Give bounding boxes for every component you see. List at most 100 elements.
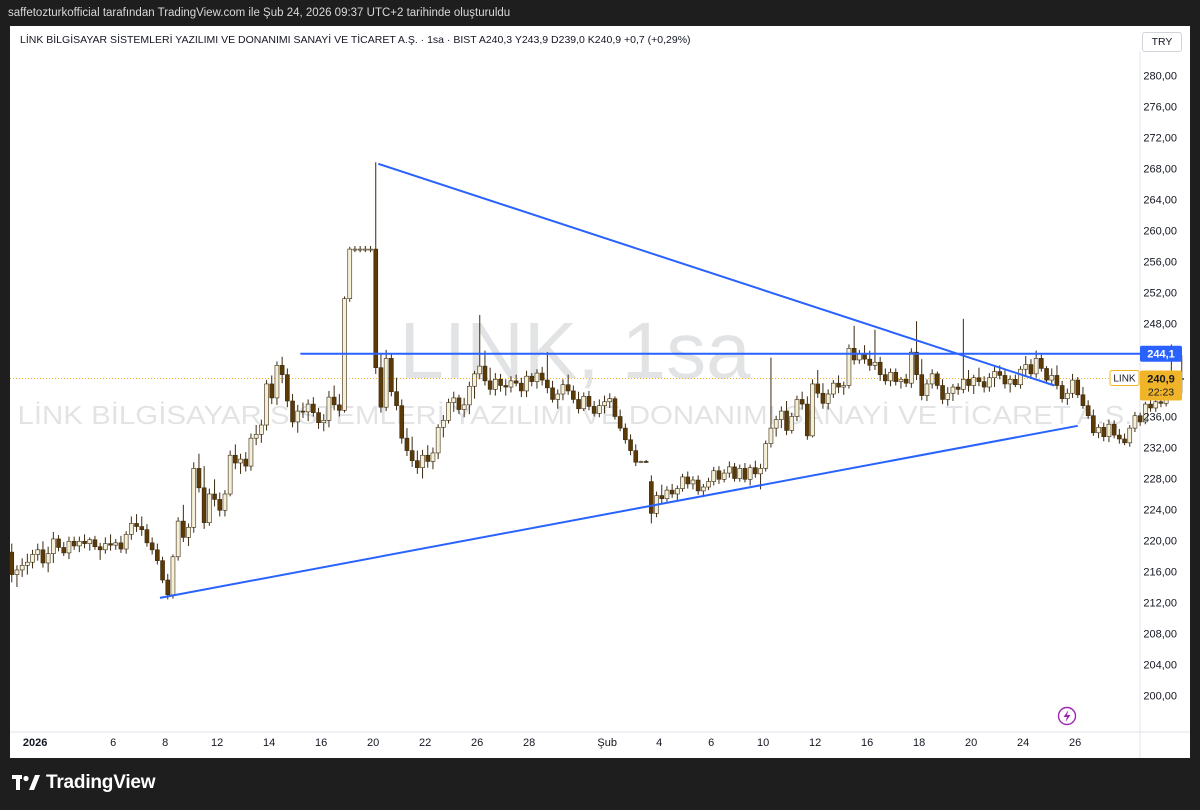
candle-body [373,248,379,368]
price-tick-label: 248,00 [1143,319,1177,331]
candle-body [883,374,888,382]
price-tick-label: 204,00 [1143,660,1177,672]
candle-body [586,396,592,407]
candle-body [810,383,815,437]
tradingview-logo-icon [12,775,40,790]
candle-body [420,454,425,468]
candle-body [451,397,457,403]
candle-body [45,553,51,564]
candle-body [992,371,997,379]
time-tick-label: 20 [965,737,977,749]
candle-body [139,526,145,530]
candle-body [680,476,685,489]
candle-body [1080,394,1086,406]
candle-body [1117,434,1122,440]
candle-body [1111,423,1117,436]
candle-body [1153,401,1159,409]
candle-body [664,489,670,499]
candle-body [425,454,431,462]
candle-body [399,405,405,439]
candle-body [212,493,217,500]
price-tick-label: 208,00 [1143,629,1177,641]
price-tick-label: 220,00 [1143,536,1177,548]
candle-body [1065,392,1070,399]
currency-button[interactable]: TRY [1142,32,1182,52]
candle-body [919,374,925,396]
candle-body [259,424,264,435]
candle-body [35,549,41,555]
candle-body [1044,368,1049,381]
candle-body [716,470,722,480]
candle-body [389,358,394,393]
candle-body [175,520,181,558]
candle-body [898,378,904,382]
candlestick-chart[interactable]: LINK, 1sa LİNK BİLGİSAYAR SİSTEMLERİ YAZI… [0,0,1200,810]
candle-body [768,427,774,444]
candle-body [1085,405,1091,417]
time-tick-label: 18 [913,737,925,749]
candle-body [290,400,295,423]
candle-body [461,404,467,410]
candle-body [326,396,332,421]
candle-body [721,472,727,480]
candle-body [482,365,488,382]
candle-body [1013,378,1018,386]
candle-body [40,549,46,564]
candle-body [945,392,951,400]
candle-body [617,416,623,429]
candle-body [1148,403,1153,409]
candle-body [134,523,139,527]
candle-body [233,454,238,464]
price-tick-label: 236,00 [1143,412,1177,424]
footer [0,758,1200,810]
candle-body [1054,375,1060,386]
candle-body [789,416,795,431]
time-tick-label: 12 [211,737,223,749]
candle-body [300,410,306,413]
candle-body [643,461,649,463]
candle-body [805,403,810,437]
candle-body [867,358,873,366]
candle-body [732,466,737,479]
candle-body [815,383,821,394]
candle-body [508,380,514,388]
candle-body [66,540,72,554]
candle-body [1122,438,1127,444]
candle-body [191,468,197,528]
candle-body [337,404,342,411]
candle-body [565,384,571,392]
candle-body [56,538,61,548]
candle-body [955,386,961,390]
time-tick-label: 6 [110,737,116,749]
candle-body [784,410,789,431]
candle-body [207,493,212,523]
candle-body [368,248,373,251]
candle-body [82,540,87,544]
candle-body [321,420,327,424]
candle-body [1059,385,1065,399]
candle-body [222,493,228,511]
candle-body [487,380,493,390]
candle-body [170,556,176,596]
candle-body [1158,401,1164,404]
candle-body [513,380,519,384]
candle-body [87,539,93,544]
candle-body [737,468,743,479]
candle-body [347,248,353,300]
candle-body [711,470,717,482]
trendline-lower[interactable] [159,424,1078,599]
symbol-watermark: LINK, 1sa [399,306,751,395]
candle-body [987,377,992,388]
candle-body [9,551,15,575]
candle-body [186,527,191,538]
candle-body [758,468,763,475]
time-tick-label: 6 [708,737,714,749]
candle-body [113,542,119,546]
price-tick-label: 260,00 [1143,226,1177,238]
candle-body [1106,423,1112,437]
candle-body [1039,358,1044,369]
price-tick-label: 252,00 [1143,288,1177,300]
candle-body [638,461,644,463]
candle-body [742,468,748,480]
candle-body [763,443,769,469]
